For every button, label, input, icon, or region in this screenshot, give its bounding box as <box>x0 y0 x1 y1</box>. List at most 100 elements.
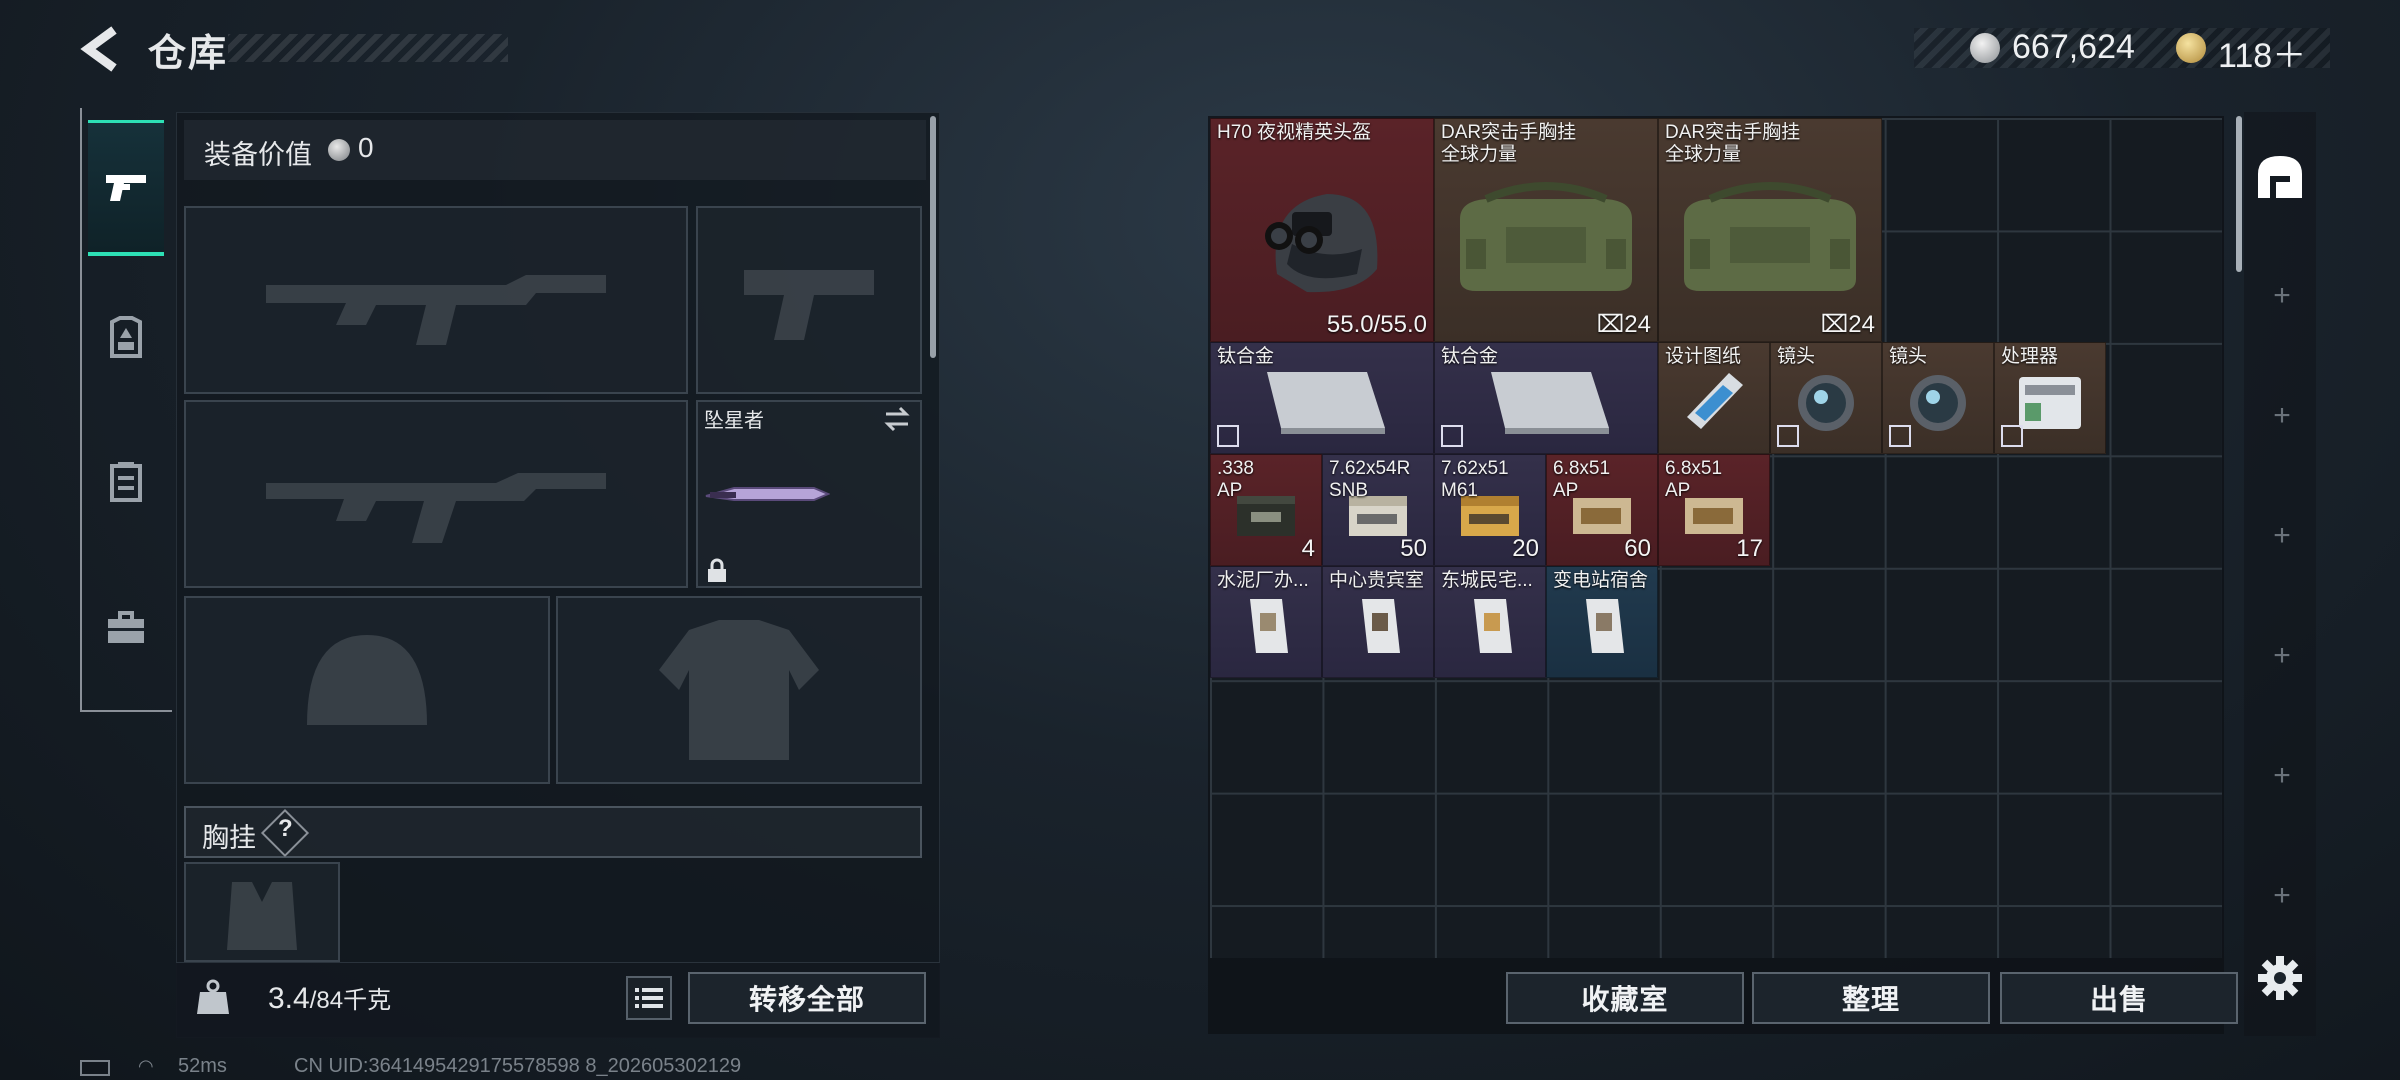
add-stash-tab-button[interactable]: + <box>2262 516 2302 556</box>
title-decoration <box>228 34 508 62</box>
tab-armor[interactable] <box>88 270 164 406</box>
helmet-silhouette-icon <box>307 635 427 725</box>
item-name: 水泥厂办... <box>1217 570 1309 591</box>
stash-item-chest-rig[interactable]: DAR突击手胸挂 全球力量 ⌧24 <box>1434 118 1658 342</box>
primary-weapon-slot[interactable] <box>184 206 688 394</box>
blueprint-icon <box>1687 373 1743 430</box>
add-stash-tab-button[interactable]: + <box>2262 756 2302 796</box>
sort-button[interactable]: 整理 <box>1752 972 1990 1024</box>
equipment-value-label: 装备价值 <box>204 140 312 170</box>
silver-coin-icon <box>328 139 350 161</box>
untradeable-icon <box>1777 425 1799 447</box>
stash-item-blueprint[interactable]: 设计图纸 <box>1658 342 1770 454</box>
stash-tab-main[interactable] <box>2250 146 2310 208</box>
item-name: 6.8x51 AP <box>1553 458 1611 501</box>
settings-button[interactable] <box>2256 954 2304 1002</box>
capacity-icon: ⌧ <box>1820 311 1849 338</box>
item-name: 7.62x54R SNB <box>1329 458 1411 501</box>
pistol-icon <box>106 174 146 201</box>
stash-item-keycard[interactable]: 中心贵宾室 <box>1322 566 1434 678</box>
lens-icon <box>1910 375 1966 432</box>
item-count: ⌧24 <box>1821 310 1875 339</box>
item-name: DAR突击手胸挂 全球力量 <box>1665 122 1801 165</box>
body-armor-slot[interactable] <box>556 596 922 784</box>
night-vision-helmet-icon <box>1265 193 1378 293</box>
wifi-icon: ◠ <box>138 1056 154 1076</box>
stash-grid: H70 夜视精英头盔 55.0/55.0 DAR突击手胸挂 全球力量 ⌧24 D… <box>1210 118 2222 958</box>
chest-rig-slot[interactable] <box>184 862 340 962</box>
stash-item-keycard[interactable]: 变电站宿舍 <box>1546 566 1658 678</box>
item-name: .338 AP <box>1217 458 1254 501</box>
swap-icon[interactable] <box>882 404 912 434</box>
lens-icon <box>1798 375 1854 432</box>
add-stash-tab-button[interactable]: + <box>2262 276 2302 316</box>
silver-balance: 667,624 <box>2012 28 2135 66</box>
untradeable-icon <box>1217 425 1239 447</box>
stash-item-ammo[interactable]: .338 AP 4 <box>1210 454 1322 566</box>
stash-item-lens[interactable]: 镜头 <box>1770 342 1882 454</box>
item-name: 6.8x51 AP <box>1665 458 1723 501</box>
carry-weight-current: 3.4 <box>268 982 310 1015</box>
stash-item-keycard[interactable]: 东城民宅... <box>1434 566 1546 678</box>
tab-chest-rig[interactable] <box>88 414 164 550</box>
add-stash-tab-button[interactable]: + <box>2262 636 2302 676</box>
item-capacity: 24 <box>1624 311 1651 338</box>
list-view-button[interactable] <box>626 976 672 1020</box>
lock-icon <box>708 558 726 582</box>
stash-item-chest-rig[interactable]: DAR突击手胸挂 全球力量 ⌧24 <box>1658 118 1882 342</box>
item-count: 4 <box>1301 535 1315 562</box>
sidearm-slot[interactable] <box>696 206 922 394</box>
chest-rig-icon <box>110 462 142 502</box>
back-button[interactable] <box>78 24 124 74</box>
list-icon <box>635 988 663 1008</box>
item-name: 镜头 <box>1777 346 1816 367</box>
keycard-icon <box>1362 599 1400 654</box>
stash-item-ammo[interactable]: 7.62x54R SNB 50 <box>1322 454 1434 566</box>
rifle-silhouette-icon <box>266 275 606 345</box>
stash-item-keycard[interactable]: 水泥厂办... <box>1210 566 1322 678</box>
page-title: 仓库 <box>148 33 229 75</box>
untradeable-icon <box>1441 425 1463 447</box>
collection-room-button[interactable]: 收藏室 <box>1506 972 1744 1024</box>
stash-item-titanium[interactable]: 钛合金 <box>1210 342 1434 454</box>
item-name: 处理器 <box>2001 346 2059 367</box>
gold-balance-topup[interactable]: 118＋ <box>2218 28 2306 77</box>
item-name: 东城民宅... <box>1441 570 1533 591</box>
item-count: 60 <box>1624 535 1651 562</box>
battery-icon <box>80 1060 110 1076</box>
carry-weight-max: /84千克 <box>309 987 392 1014</box>
stash-item-titanium[interactable]: 钛合金 <box>1434 342 1658 454</box>
transfer-all-button[interactable]: 转移全部 <box>688 972 926 1024</box>
tab-weapons[interactable] <box>88 120 164 256</box>
equipment-scrollbar[interactable] <box>930 116 936 358</box>
titanium-plate-icon <box>1491 372 1609 435</box>
item-capacity: 24 <box>1848 311 1875 338</box>
secondary-weapon-slot[interactable] <box>184 400 688 588</box>
untradeable-icon <box>2001 425 2023 447</box>
stash-item-ammo[interactable]: 7.62x51 M61 20 <box>1434 454 1546 566</box>
sell-button[interactable]: 出售 <box>2000 972 2238 1024</box>
stash-item-lens[interactable]: 镜头 <box>1882 342 1994 454</box>
pistol-silhouette-icon <box>744 270 874 340</box>
duffel-rig-icon <box>1460 181 1632 291</box>
melee-weapon-name: 坠星者 <box>704 410 764 432</box>
stash-item-helmet[interactable]: H70 夜视精英头盔 55.0/55.0 <box>1210 118 1434 342</box>
item-name: 中心贵宾室 <box>1329 570 1425 591</box>
add-stash-tab-button[interactable]: + <box>2262 876 2302 916</box>
add-stash-tab-button[interactable]: + <box>2262 396 2302 436</box>
stash-item-processor[interactable]: 处理器 <box>1994 342 2106 454</box>
stash-item-ammo[interactable]: 6.8x51 AP 60 <box>1546 454 1658 566</box>
silver-coin-icon <box>1970 33 2000 63</box>
back-arrow-icon <box>80 26 117 72</box>
item-count: ⌧24 <box>1597 310 1651 339</box>
tab-briefcase[interactable] <box>88 560 164 696</box>
stash-item-ammo[interactable]: 6.8x51 AP 17 <box>1658 454 1770 566</box>
melee-weapon-icon <box>705 487 830 501</box>
stash-scrollbar[interactable] <box>2236 116 2242 272</box>
warehouse-icon <box>2258 156 2302 198</box>
rifle-silhouette-icon <box>266 473 606 543</box>
rig-silhouette-icon <box>227 882 297 950</box>
processor-icon <box>2019 377 2081 430</box>
helmet-slot[interactable] <box>184 596 550 784</box>
item-name: 钛合金 <box>1441 346 1499 367</box>
